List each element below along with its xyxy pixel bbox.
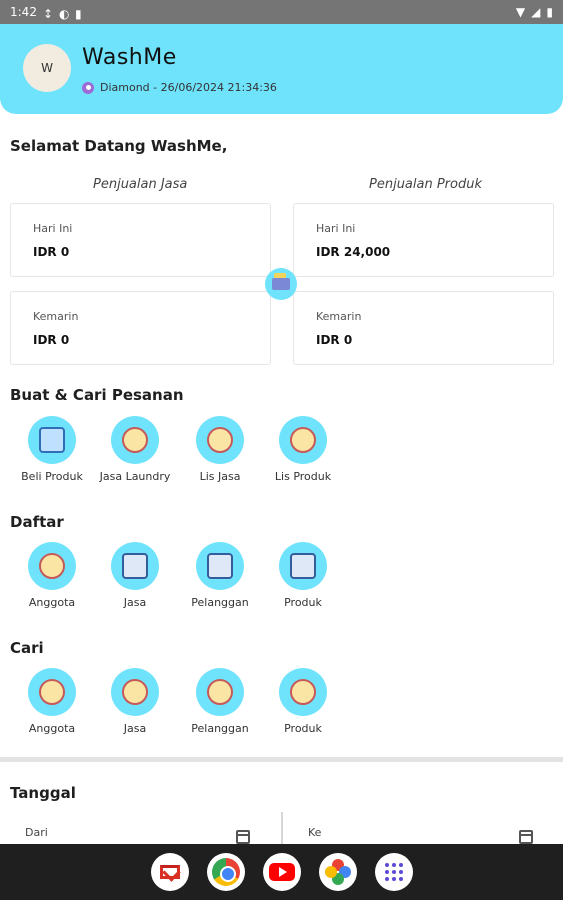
- menu-label: Jasa Laundry: [99, 470, 171, 483]
- laundry-service-button[interactable]: Jasa Laundry: [93, 416, 177, 483]
- service-today-card: Hari Ini IDR 0: [10, 203, 271, 277]
- menu-label: Jasa: [123, 722, 147, 735]
- date-section-title: Tanggal: [10, 784, 76, 802]
- service-list-button[interactable]: Lis Jasa: [178, 416, 262, 483]
- laundry-staff-icon: [122, 427, 148, 453]
- download-icon: ↕: [42, 7, 54, 21]
- cari-section-title: Cari: [10, 639, 44, 657]
- app-title: WashMe: [82, 45, 177, 70]
- register-customer-button[interactable]: Pelanggan: [178, 542, 262, 609]
- service-yesterday-card: Kemarin IDR 0: [10, 291, 271, 365]
- stat-value: IDR 24,000: [316, 245, 391, 259]
- search-product-icon: [290, 679, 316, 705]
- search-customer-button[interactable]: Pelanggan: [178, 668, 262, 735]
- product-list-button[interactable]: Lis Produk: [261, 416, 345, 483]
- product-yesterday-card: Kemarin IDR 0: [293, 291, 554, 365]
- buy-product-button[interactable]: Beli Produk: [10, 416, 94, 483]
- battery-icon: ▮: [546, 5, 553, 19]
- service-list-icon: [207, 427, 233, 453]
- stat-label: Kemarin: [33, 310, 79, 323]
- stat-value: IDR 0: [33, 333, 70, 347]
- product-tag-icon: [290, 553, 316, 579]
- menu-label: Lis Produk: [274, 470, 332, 483]
- menu-label: Anggota: [28, 722, 76, 735]
- search-member-icon: [39, 679, 65, 705]
- calendar-icon[interactable]: [236, 830, 250, 844]
- section-divider: [0, 757, 563, 762]
- service-icon: [122, 553, 148, 579]
- subscription-text: Diamond - 26/06/2024 21:34:36: [100, 81, 277, 94]
- register-product-button[interactable]: Produk: [261, 542, 345, 609]
- sync-icon: ◐: [58, 7, 70, 21]
- search-member-button[interactable]: Anggota: [10, 668, 94, 735]
- service-sales-title: Penjualan Jasa: [93, 177, 188, 192]
- search-customer-icon: [207, 679, 233, 705]
- daftar-section-title: Daftar: [10, 513, 64, 531]
- search-product-button[interactable]: Produk: [261, 668, 345, 735]
- date-to-field[interactable]: Ke: [293, 812, 553, 844]
- date-separator: [281, 812, 283, 844]
- sd-card-icon: ▮: [74, 7, 82, 21]
- stat-value: IDR 0: [33, 245, 70, 259]
- gmail-icon[interactable]: [151, 853, 189, 891]
- member-icon: [39, 553, 65, 579]
- product-sales-title: Penjualan Produk: [369, 177, 483, 192]
- register-service-button[interactable]: Jasa: [93, 542, 177, 609]
- menu-label: Pelanggan: [191, 596, 249, 609]
- status-bar: 1:42 ↕ ◐ ▮ ▼ ◢ ▮: [0, 0, 563, 24]
- wifi-icon: ▼: [515, 5, 526, 19]
- customer-card-icon: [207, 553, 233, 579]
- date-to-label: Ke: [308, 826, 322, 839]
- orders-section-title: Buat & Cari Pesanan: [10, 386, 184, 404]
- menu-label: Pelanggan: [191, 722, 249, 735]
- wallet-icon[interactable]: [265, 268, 297, 300]
- date-from-field[interactable]: Dari: [10, 812, 273, 844]
- register-member-button[interactable]: Anggota: [10, 542, 94, 609]
- product-today-card: Hari Ini IDR 24,000: [293, 203, 554, 277]
- menu-label: Jasa: [123, 596, 147, 609]
- search-service-button[interactable]: Jasa: [93, 668, 177, 735]
- chrome-icon[interactable]: [207, 853, 245, 891]
- welcome-text: Selamat Datang WashMe,: [10, 137, 228, 155]
- app-drawer-icon[interactable]: [375, 853, 413, 891]
- menu-label: Produk: [284, 596, 322, 609]
- search-service-icon: [122, 679, 148, 705]
- photos-icon[interactable]: [319, 853, 357, 891]
- calendar-icon[interactable]: [519, 830, 533, 844]
- menu-label: Beli Produk: [21, 470, 83, 483]
- subscription-info: Diamond - 26/06/2024 21:34:36: [82, 81, 277, 94]
- menu-label: Anggota: [28, 596, 76, 609]
- date-from-label: Dari: [25, 826, 48, 839]
- status-time: 1:42: [10, 5, 37, 19]
- diamond-badge-icon: [82, 81, 94, 94]
- signal-icon: ◢: [531, 5, 541, 19]
- menu-label: Produk: [284, 722, 322, 735]
- profile-header: W WashMe Diamond - 26/06/2024 21:34:36: [0, 24, 563, 114]
- stat-label: Hari Ini: [316, 222, 356, 235]
- app-dock: [0, 844, 563, 900]
- stat-label: Hari Ini: [33, 222, 73, 235]
- stat-value: IDR 0: [316, 333, 353, 347]
- menu-label: Lis Jasa: [199, 470, 241, 483]
- avatar[interactable]: W: [23, 44, 71, 92]
- product-list-icon: [290, 427, 316, 453]
- youtube-icon[interactable]: [263, 853, 301, 891]
- stat-label: Kemarin: [316, 310, 362, 323]
- shopping-cart-icon: [39, 427, 65, 453]
